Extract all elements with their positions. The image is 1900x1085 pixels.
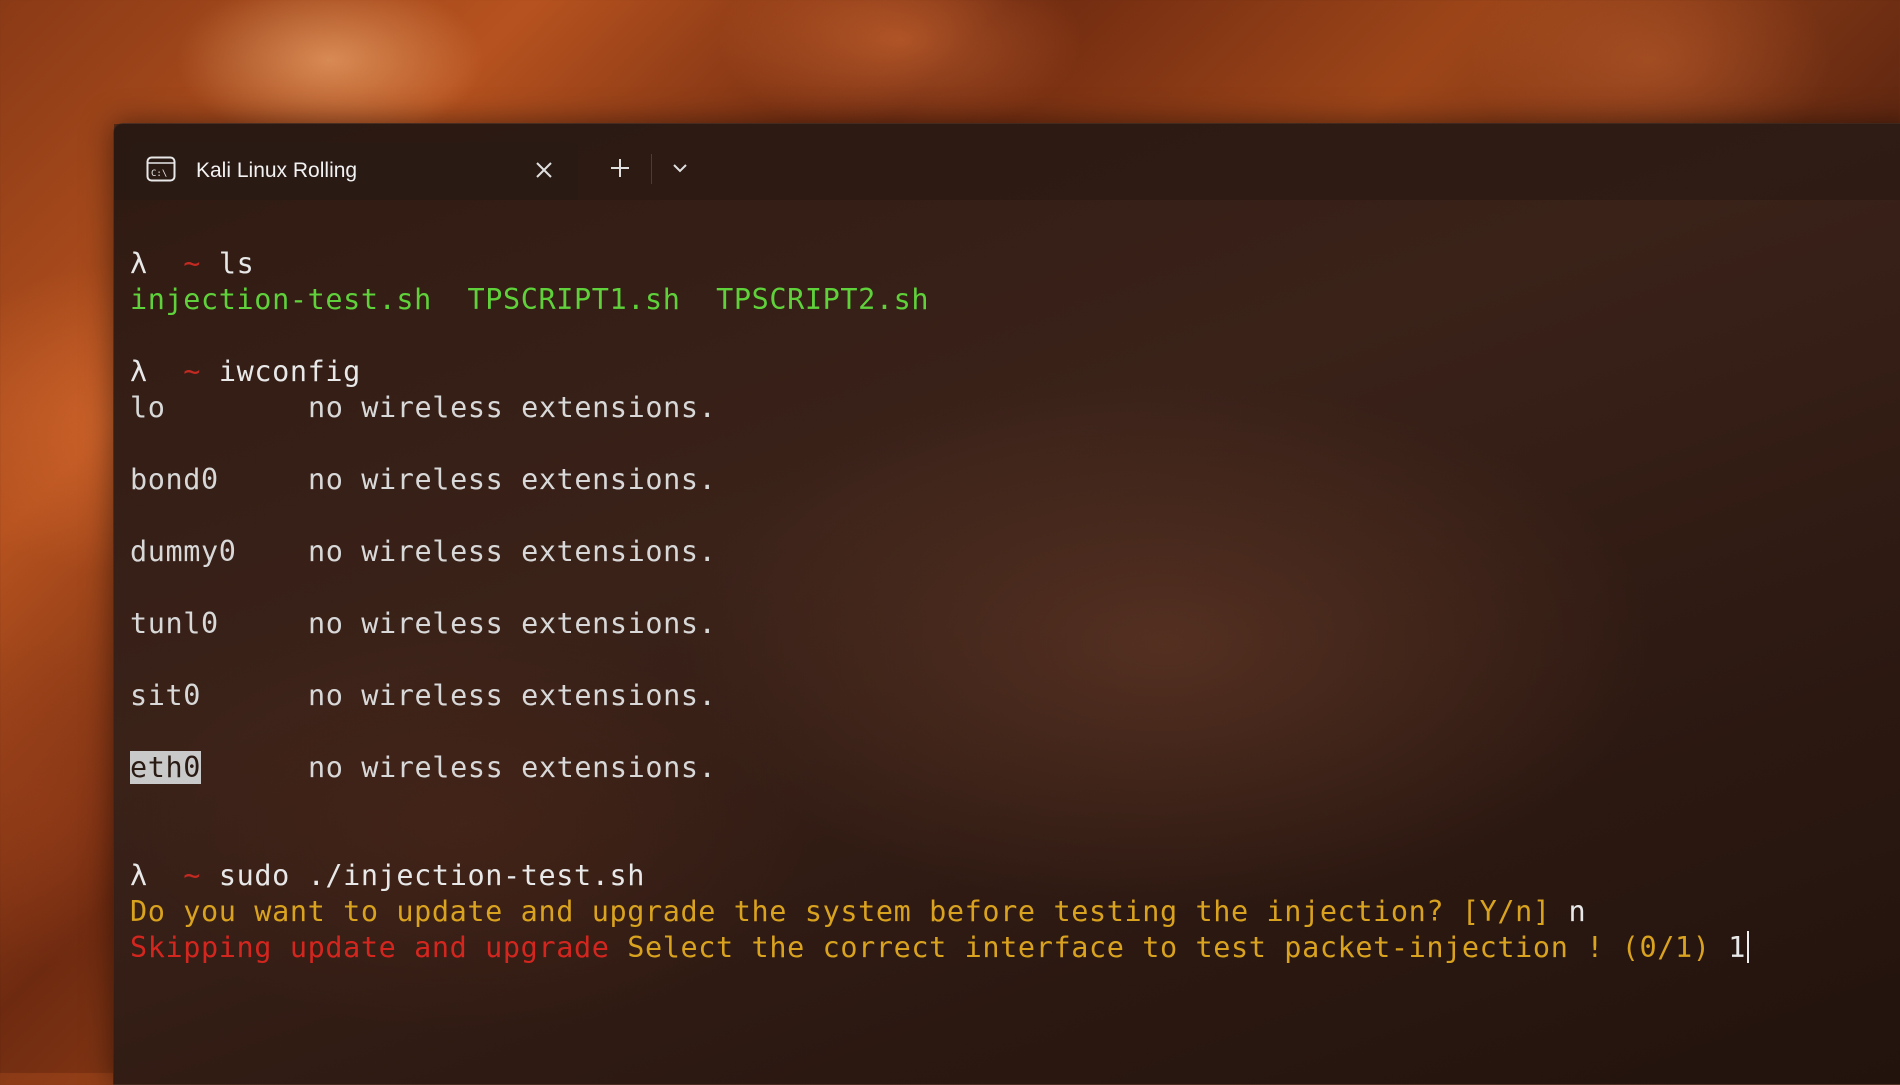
file-name: injection-test.sh <box>130 283 432 316</box>
select-message: Select the correct interface to test pac… <box>627 931 1711 964</box>
interface-row: sit0 no wireless extensions. <box>130 678 716 714</box>
prompt-dir: ~ <box>183 859 202 892</box>
interface-status: no wireless extensions. <box>308 463 717 496</box>
prompt-line: λ ~ iwconfig <box>130 354 361 390</box>
interface-status: no wireless extensions. <box>308 679 717 712</box>
prompt-dir: ~ <box>183 247 202 280</box>
plus-icon <box>611 159 629 177</box>
terminal-icon: C:\ <box>146 156 176 182</box>
interface-row: bond0 no wireless extensions. <box>130 462 716 498</box>
skip-message: Skipping update and upgrade <box>130 931 610 964</box>
prompt-dir: ~ <box>183 355 202 388</box>
file-name: TPSCRIPT2.sh <box>716 283 930 316</box>
interface-name: dummy0 <box>130 535 237 568</box>
tab-separator <box>651 154 652 184</box>
prompt-symbol: λ <box>130 247 148 280</box>
interface-row: lo no wireless extensions. <box>130 390 716 426</box>
interface-name: tunl0 <box>130 607 219 640</box>
new-tab-button[interactable] <box>598 146 642 190</box>
tab-bar: C:\ Kali Linux Rolling <box>114 124 1900 200</box>
interface-name: lo <box>130 391 166 424</box>
interface-status: no wireless extensions. <box>308 535 717 568</box>
interface-row: tunl0 no wireless extensions. <box>130 606 716 642</box>
question-line: Do you want to update and upgrade the sy… <box>130 894 1586 930</box>
terminal-output[interactable]: λ ~ ls injection-test.sh TPSCRIPT1.sh TP… <box>130 200 1900 1084</box>
text-cursor <box>1747 931 1750 963</box>
prompt-line: λ ~ ls <box>130 246 254 282</box>
interface-row: eth0 no wireless extensions. <box>130 750 716 786</box>
tab-title: Kali Linux Rolling <box>196 159 358 182</box>
svg-text:C:\: C:\ <box>151 169 167 179</box>
interface-name: sit0 <box>130 679 202 712</box>
close-icon[interactable] <box>532 158 556 182</box>
command-text: sudo ./injection-test.sh <box>218 859 646 892</box>
interface-status: no wireless extensions. <box>308 607 717 640</box>
file-name: TPSCRIPT1.sh <box>467 283 681 316</box>
tab-dropdown-button[interactable] <box>660 146 700 190</box>
interface-status: no wireless extensions. <box>308 751 717 784</box>
user-input: 1 <box>1728 931 1747 964</box>
ls-output: injection-test.sh TPSCRIPT1.sh TPSCRIPT2… <box>130 282 929 318</box>
user-answer: n <box>1568 895 1587 928</box>
interface-status: no wireless extensions. <box>308 391 717 424</box>
prompt-line: λ ~ sudo ./injection-test.sh <box>130 858 645 894</box>
chevron-down-icon <box>673 164 687 173</box>
prompt-symbol: λ <box>130 355 148 388</box>
prompt-symbol: λ <box>130 859 148 892</box>
interface-name: bond0 <box>130 463 219 496</box>
tab-kali-linux[interactable]: C:\ Kali Linux Rolling <box>130 142 578 200</box>
command-text: ls <box>218 247 255 280</box>
terminal-window: C:\ Kali Linux Rolling λ ~ ls injection-… <box>113 123 1900 1085</box>
select-line: Skipping update and upgrade Select the c… <box>130 930 1750 966</box>
interface-row: dummy0 no wireless extensions. <box>130 534 716 570</box>
selected-text: eth0 <box>130 751 202 784</box>
command-text: iwconfig <box>218 355 361 388</box>
question-text: Do you want to update and upgrade the sy… <box>130 895 1551 928</box>
